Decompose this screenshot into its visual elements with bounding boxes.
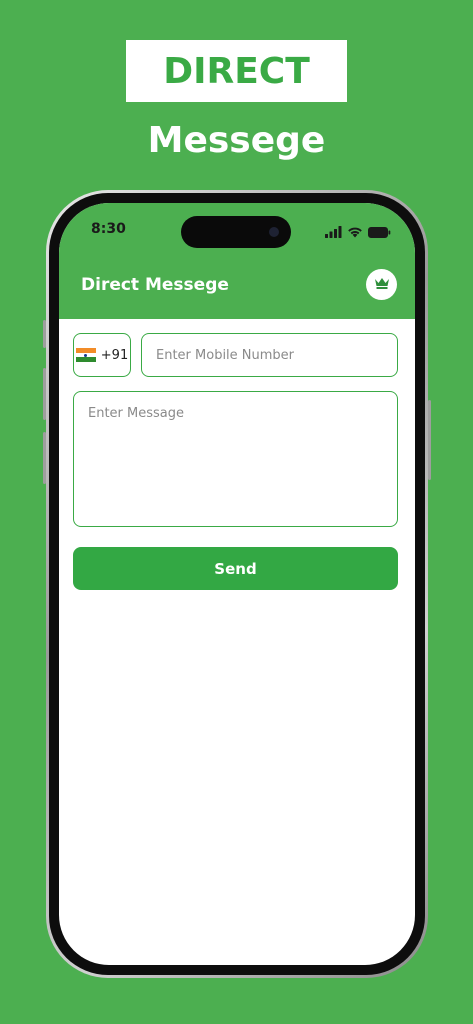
send-button[interactable]: Send	[73, 547, 398, 590]
india-flag-icon	[75, 348, 96, 363]
camera-icon	[269, 227, 279, 237]
marketing-page: DIRECT Messege 8:30 Direct Messege +91 E…	[0, 0, 473, 1024]
mobile-number-input[interactable]	[141, 333, 398, 377]
signal-icon	[325, 223, 342, 242]
wifi-icon	[347, 223, 363, 242]
phone-mockup: 8:30 Direct Messege +91 Enter Mobile Num…	[46, 190, 428, 978]
premium-button[interactable]	[366, 269, 397, 300]
crown-icon	[374, 275, 390, 294]
status-icons	[325, 223, 391, 242]
app-header: 8:30 Direct Messege	[59, 203, 415, 319]
title-banner: DIRECT	[126, 40, 347, 102]
banner-title: DIRECT	[163, 50, 310, 92]
banner-subtitle: Messege	[147, 120, 326, 161]
battery-icon	[368, 223, 391, 242]
phone-bezel: 8:30 Direct Messege +91 Enter Mobile Num…	[49, 193, 425, 975]
status-time: 8:30	[91, 221, 126, 237]
dynamic-island	[181, 216, 291, 248]
country-code: +91	[100, 347, 129, 363]
power-button	[428, 400, 431, 480]
phone-screen: 8:30 Direct Messege +91 Enter Mobile Num…	[59, 203, 415, 965]
app-title: Direct Messege	[81, 275, 229, 295]
country-code-selector[interactable]: +91	[73, 333, 131, 377]
message-input[interactable]	[73, 391, 398, 527]
